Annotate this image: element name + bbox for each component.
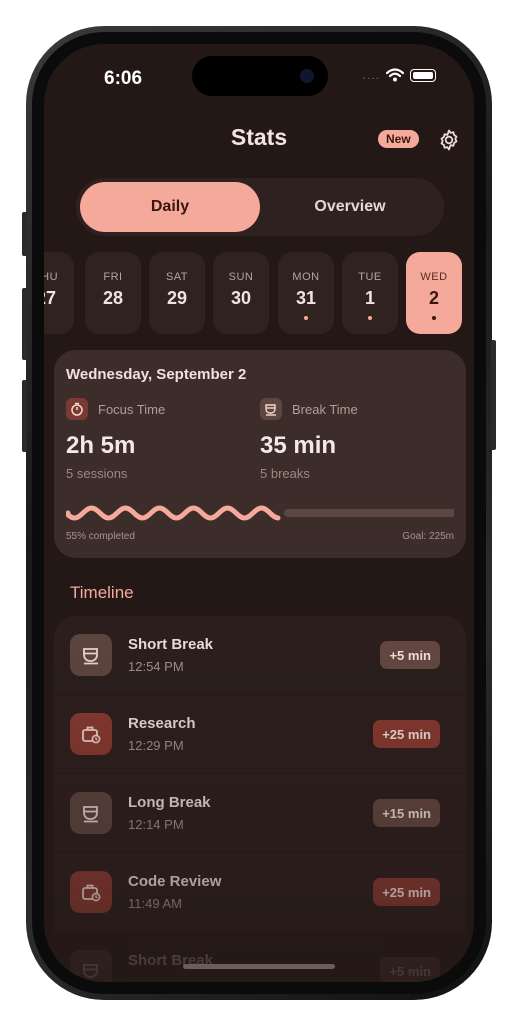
- coffee-cup-icon: [70, 950, 112, 982]
- briefcase-clock-icon: [70, 871, 112, 913]
- day-number: 27: [44, 288, 57, 308]
- activity-dot: [368, 316, 372, 320]
- volume-down-button: [22, 380, 27, 452]
- coffee-cup-icon: [260, 398, 282, 420]
- focus-value: 2h 5m: [66, 432, 136, 459]
- day-name: MON: [292, 271, 320, 283]
- item-name: Code Review: [128, 873, 222, 890]
- day-tue[interactable]: TUE 1: [342, 252, 398, 334]
- day-name: FRI: [103, 271, 123, 283]
- timeline-item[interactable]: Code Review 11:49 AM +25 min: [54, 853, 466, 932]
- day-number: 28: [102, 288, 124, 308]
- day-number: 2: [428, 288, 439, 308]
- day-number: 31: [295, 288, 317, 308]
- item-name: Short Break: [128, 636, 214, 653]
- break-label: Break Time: [292, 402, 358, 417]
- day-sun[interactable]: SUN 30: [213, 252, 269, 334]
- daily-summary-card: Wednesday, September 2 Focus Time 2h 5m …: [54, 350, 466, 558]
- activity-dot: [304, 316, 308, 320]
- timeline-item[interactable]: Short Break +5 min: [54, 932, 466, 982]
- duration-badge: +25 min: [373, 878, 440, 906]
- item-time: 11:49 AM: [128, 896, 182, 911]
- progress-percent-label: 55% completed: [66, 531, 135, 542]
- coffee-cup-icon: [70, 792, 112, 834]
- timeline-item[interactable]: Long Break 12:14 PM +15 min: [54, 774, 466, 853]
- dynamic-island: [192, 56, 328, 96]
- day-number: 30: [230, 288, 252, 308]
- progress-wave-fill: [66, 505, 281, 521]
- volume-up-button: [22, 288, 27, 360]
- day-thu[interactable]: THU 27: [44, 252, 74, 334]
- camera-icon: [300, 69, 314, 83]
- day-mon[interactable]: MON 31: [278, 252, 334, 334]
- gear-icon[interactable]: [437, 128, 461, 152]
- focus-label: Focus Time: [98, 402, 166, 417]
- day-name: WED: [420, 271, 448, 283]
- timeline-item[interactable]: Research 12:29 PM +25 min: [54, 695, 466, 774]
- item-time: 12:29 PM: [128, 738, 184, 753]
- day-number: 1: [364, 288, 375, 308]
- timer-icon: [66, 398, 88, 420]
- home-indicator[interactable]: [183, 964, 335, 969]
- signal-icon: ....: [362, 68, 380, 82]
- day-name: SUN: [228, 271, 254, 283]
- timeline-list: Short Break 12:54 PM +5 min Research 12:…: [54, 616, 466, 982]
- item-time: 12:54 PM: [128, 659, 184, 674]
- focus-sessions: 5 sessions: [66, 466, 128, 481]
- timeline-item[interactable]: Short Break 12:54 PM +5 min: [54, 616, 466, 695]
- timeline-title: Timeline: [70, 583, 134, 602]
- day-name: TUE: [358, 271, 382, 283]
- view-toggle: Daily Overview: [76, 178, 444, 236]
- day-number: 29: [166, 288, 188, 308]
- tab-overview[interactable]: Overview: [260, 182, 440, 232]
- item-name: Research: [128, 715, 196, 732]
- day-sat[interactable]: SAT 29: [149, 252, 205, 334]
- day-wed-selected[interactable]: WED 2: [406, 252, 462, 334]
- wifi-icon: [386, 68, 404, 82]
- power-button: [491, 340, 496, 450]
- day-fri[interactable]: FRI 28: [85, 252, 141, 334]
- status-icons: ....: [363, 68, 436, 82]
- app-screen: 6:06 .... Stats New Daily Overview THU 2…: [44, 44, 474, 982]
- goal-progress-bar: [66, 505, 454, 521]
- status-time: 6:06: [104, 68, 143, 89]
- duration-badge: +25 min: [373, 720, 440, 748]
- break-value: 35 min: [260, 432, 337, 459]
- duration-badge: +15 min: [373, 799, 440, 827]
- tab-daily[interactable]: Daily: [80, 182, 260, 232]
- item-time: 12:14 PM: [128, 817, 184, 832]
- day-name: SAT: [165, 271, 189, 283]
- briefcase-clock-icon: [70, 713, 112, 755]
- new-badge[interactable]: New: [378, 130, 419, 148]
- goal-label: Goal: 225m: [402, 531, 454, 542]
- activity-dot: [432, 316, 436, 320]
- break-count: 5 breaks: [260, 466, 310, 481]
- battery-icon: [410, 68, 436, 82]
- item-name: Long Break: [128, 794, 211, 811]
- day-name: THU: [44, 271, 59, 283]
- summary-date: Wednesday, September 2: [66, 366, 247, 383]
- duration-badge: +5 min: [380, 957, 440, 982]
- duration-badge: +5 min: [380, 641, 440, 669]
- mute-switch: [22, 212, 27, 256]
- coffee-cup-icon: [70, 634, 112, 676]
